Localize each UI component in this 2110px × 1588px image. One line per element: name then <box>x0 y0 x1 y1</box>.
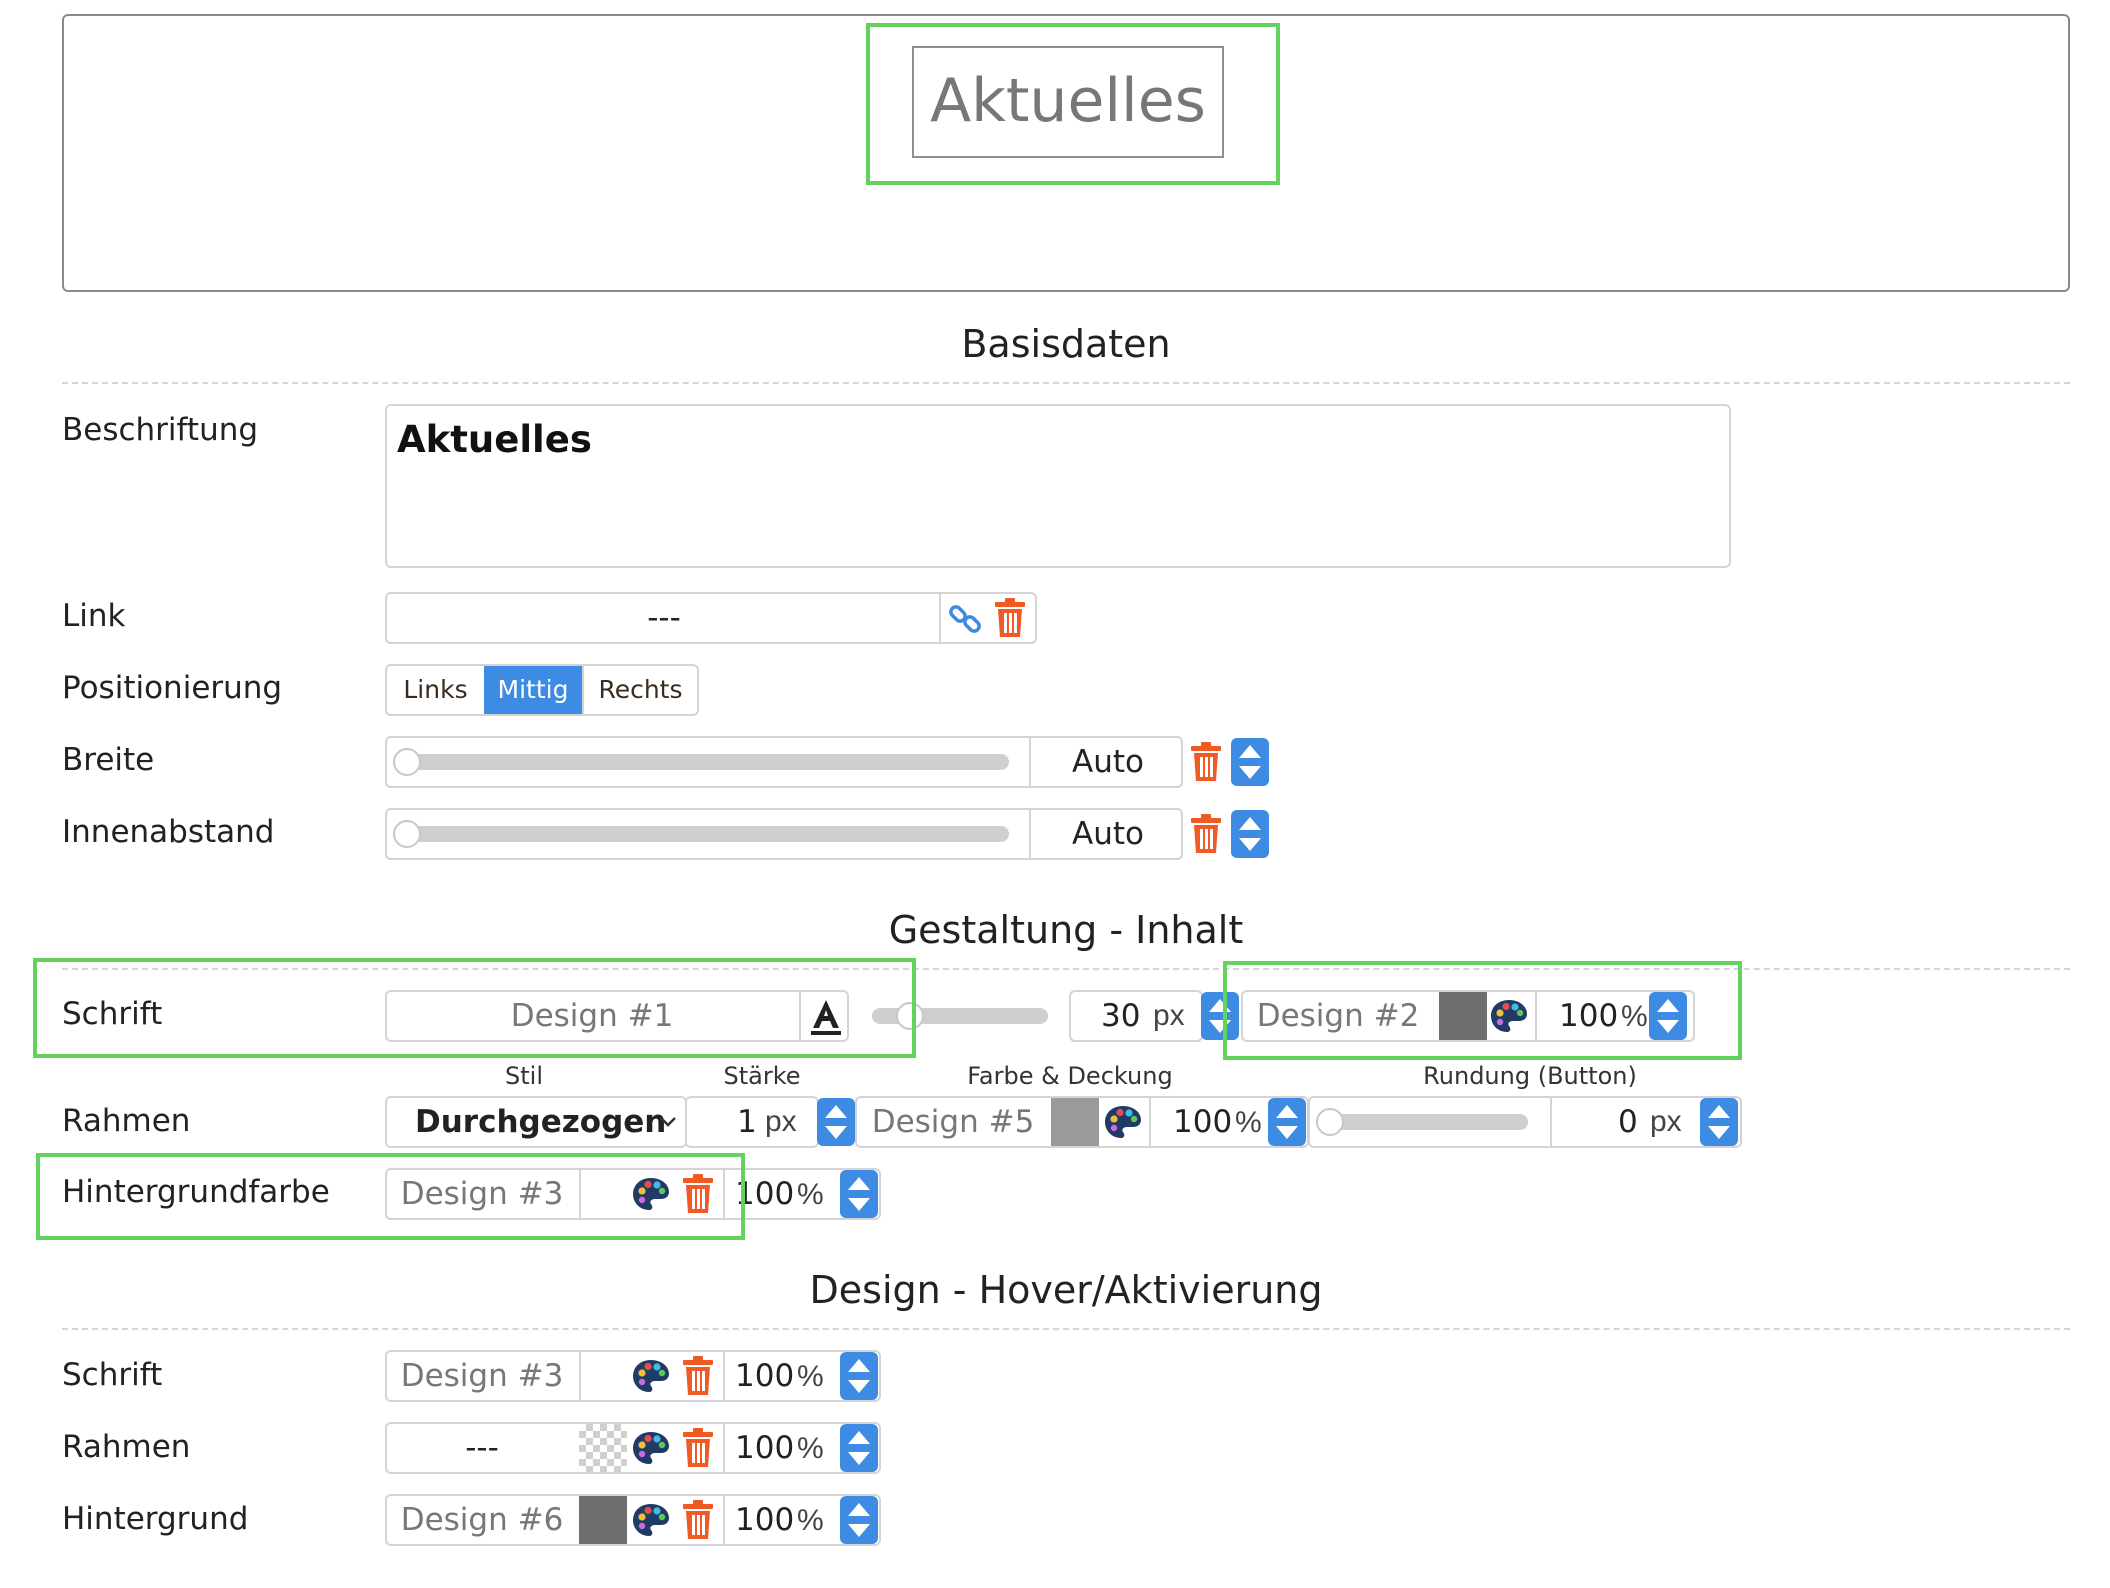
rahmen-opacity-value: 100 <box>1173 1104 1233 1140</box>
breite-slider[interactable] <box>403 754 1009 770</box>
hover-rahmen-opacity-unit: % <box>797 1432 824 1465</box>
breite-control: Auto <box>385 736 1183 788</box>
innenabstand-value[interactable]: Auto <box>1029 810 1185 858</box>
link-value: --- <box>647 600 681 636</box>
hover-hintergrund-swatch[interactable] <box>579 1496 627 1544</box>
position-links-button[interactable]: Links <box>387 666 484 714</box>
label-link: Link <box>62 598 126 634</box>
innenabstand-control: Auto <box>385 808 1183 860</box>
header-farbe-deckung: Farbe & Deckung <box>967 1062 1173 1090</box>
rundung-slider-knob[interactable] <box>1316 1108 1344 1136</box>
schrift-size-field[interactable]: 30 px <box>1069 990 1203 1042</box>
label-hover-hintergrund: Hintergrund <box>62 1501 249 1537</box>
beschriftung-value: Aktuelles <box>397 418 592 461</box>
highlight-schrift-color <box>1223 961 1742 1060</box>
hover-rahmen-opacity-value: 100 <box>735 1430 795 1466</box>
label-breite: Breite <box>62 742 155 778</box>
divider <box>62 1328 2070 1330</box>
hover-schrift-opacity-unit: % <box>797 1360 824 1393</box>
divider <box>62 382 2070 384</box>
label-hover-rahmen: Rahmen <box>62 1429 191 1465</box>
hover-hintergrund-trash-icon[interactable] <box>681 1500 715 1540</box>
label-positionierung: Positionierung <box>62 670 283 706</box>
rundung-value: 0 <box>1618 1104 1638 1140</box>
chevron-down-icon[interactable] <box>659 1116 677 1128</box>
link-trash-icon[interactable] <box>993 598 1027 638</box>
hover-hintergrund-opacity-value: 100 <box>735 1502 795 1538</box>
position-rechts-button[interactable]: Rechts <box>582 666 697 714</box>
highlight-schrift <box>33 958 916 1058</box>
hover-schrift-swatch[interactable] <box>579 1352 627 1400</box>
hover-rahmen-trash-icon[interactable] <box>681 1428 715 1468</box>
rahmen-opacity-unit: % <box>1235 1106 1262 1139</box>
palette-icon[interactable] <box>631 1502 671 1538</box>
rundung-unit: px <box>1650 1105 1682 1138</box>
hover-hintergrund-spinner[interactable] <box>840 1496 878 1544</box>
rundung-control: 0 px <box>1308 1096 1742 1148</box>
rahmen-stil-select[interactable]: Durchgezogen <box>385 1096 687 1148</box>
label-beschriftung: Beschriftung <box>62 412 259 448</box>
hintergrund-opacity-spinner[interactable] <box>840 1170 878 1218</box>
positionierung-group: Links Mittig Rechts <box>385 664 699 716</box>
highlight-hintergrund <box>36 1153 745 1240</box>
innenabstand-slider-knob[interactable] <box>393 820 421 848</box>
header-rundung: Rundung (Button) <box>1423 1062 1637 1090</box>
rahmen-color-select[interactable]: Design #5 100 % <box>855 1096 1309 1148</box>
hintergrund-opacity-unit: % <box>797 1178 824 1211</box>
schrift-size-value: 30 <box>1101 998 1141 1034</box>
hover-rahmen-design-value: --- <box>465 1430 499 1466</box>
rahmen-staerke-unit: px <box>765 1105 797 1138</box>
rahmen-staerke-spinner[interactable] <box>817 1098 855 1146</box>
hover-rahmen-swatch[interactable] <box>579 1424 627 1472</box>
rahmen-color-design-value: Design #5 <box>871 1104 1035 1140</box>
label-hover-schrift: Schrift <box>62 1357 163 1393</box>
schrift-size-unit: px <box>1153 999 1185 1032</box>
hover-schrift-spinner[interactable] <box>840 1352 878 1400</box>
rahmen-color-swatch[interactable] <box>1051 1098 1099 1146</box>
hover-hintergrund-design-value: Design #6 <box>400 1502 564 1538</box>
rundung-field[interactable]: 0 px <box>1550 1098 1700 1146</box>
rahmen-staerke-field[interactable]: 1 px <box>685 1096 819 1148</box>
beschriftung-textarea[interactable]: Aktuelles <box>385 404 1731 568</box>
position-mittig-button[interactable]: Mittig <box>484 666 582 714</box>
hover-rahmen-spinner[interactable] <box>840 1424 878 1472</box>
link-icon[interactable] <box>947 600 985 638</box>
link-field[interactable]: --- <box>385 592 1037 644</box>
breite-value[interactable]: Auto <box>1029 738 1185 786</box>
rahmen-staerke-value: 1 <box>737 1104 757 1140</box>
label-innenabstand: Innenabstand <box>62 814 275 850</box>
innenabstand-trash-icon[interactable] <box>1189 814 1223 854</box>
palette-icon[interactable] <box>631 1358 671 1394</box>
hover-hintergrund-opacity-unit: % <box>797 1504 824 1537</box>
header-stil: Stil <box>505 1062 543 1090</box>
header-staerke: Stärke <box>723 1062 801 1090</box>
breite-trash-icon[interactable] <box>1189 742 1223 782</box>
rahmen-opacity-spinner[interactable] <box>1268 1098 1306 1146</box>
innenabstand-slider[interactable] <box>403 826 1009 842</box>
hover-rahmen-select[interactable]: --- 100 % <box>385 1422 881 1474</box>
hover-schrift-select[interactable]: Design #3 100 % <box>385 1350 881 1402</box>
section-title-hover: Design - Hover/Aktivierung <box>809 1268 1323 1312</box>
breite-slider-knob[interactable] <box>393 748 421 776</box>
hover-schrift-design-value: Design #3 <box>400 1358 564 1394</box>
breite-spinner[interactable] <box>1231 738 1269 786</box>
link-icon-cell[interactable] <box>939 594 989 642</box>
palette-icon[interactable] <box>1103 1104 1143 1140</box>
rahmen-stil-value: Durchgezogen <box>415 1104 667 1140</box>
section-title-gestaltung-inhalt: Gestaltung - Inhalt <box>888 908 1244 952</box>
preview-button[interactable]: Aktuelles <box>912 46 1224 158</box>
rundung-slider[interactable] <box>1326 1114 1528 1130</box>
hover-schrift-opacity-value: 100 <box>735 1358 795 1394</box>
label-rahmen: Rahmen <box>62 1103 191 1139</box>
rundung-spinner[interactable] <box>1700 1098 1738 1146</box>
hover-schrift-trash-icon[interactable] <box>681 1356 715 1396</box>
innenabstand-spinner[interactable] <box>1231 810 1269 858</box>
section-title-basisdaten: Basisdaten <box>961 322 1171 366</box>
palette-icon[interactable] <box>631 1430 671 1466</box>
hover-hintergrund-select[interactable]: Design #6 100 % <box>385 1494 881 1546</box>
